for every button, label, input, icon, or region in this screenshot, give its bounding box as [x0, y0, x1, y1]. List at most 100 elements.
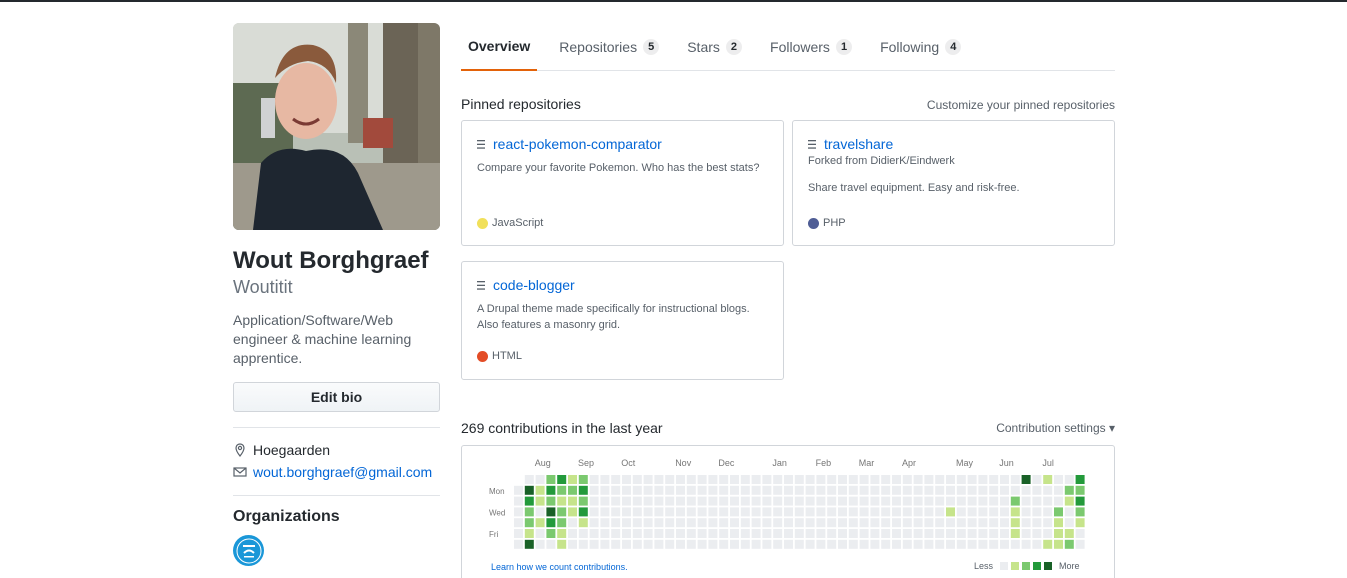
contribution-day[interactable]: [632, 539, 642, 549]
contribution-day[interactable]: [935, 496, 945, 506]
contribution-day[interactable]: [654, 496, 664, 506]
contribution-day[interactable]: [578, 529, 588, 538]
contribution-day[interactable]: [848, 518, 858, 528]
contribution-day[interactable]: [643, 539, 653, 549]
contribution-day[interactable]: [935, 485, 945, 495]
contribution-day[interactable]: [956, 496, 966, 506]
contribution-day[interactable]: [622, 475, 631, 484]
contribution-day[interactable]: [697, 518, 707, 528]
contribution-day[interactable]: [611, 485, 621, 495]
contribution-day[interactable]: [924, 475, 934, 484]
contribution-day[interactable]: [568, 496, 577, 506]
contribution-day[interactable]: [989, 485, 999, 495]
contribution-day[interactable]: [848, 485, 858, 495]
contribution-day[interactable]: [1064, 539, 1074, 549]
contribution-day[interactable]: [859, 529, 869, 538]
contribution-day[interactable]: [859, 475, 869, 484]
contribution-day[interactable]: [708, 475, 718, 484]
contribution-day[interactable]: [848, 507, 858, 517]
contribution-day[interactable]: [719, 496, 729, 506]
contribution-day[interactable]: [546, 529, 556, 538]
contribution-day[interactable]: [1010, 507, 1020, 517]
contribution-day[interactable]: [1000, 507, 1009, 517]
contribution-day[interactable]: [848, 529, 858, 538]
contribution-day[interactable]: [697, 485, 707, 495]
contribution-day[interactable]: [967, 529, 977, 538]
contribution-day[interactable]: [546, 539, 556, 549]
tab-followers[interactable]: Followers 1: [770, 23, 866, 71]
contribution-day[interactable]: [708, 496, 718, 506]
contribution-day[interactable]: [773, 518, 783, 528]
contribution-day[interactable]: [654, 507, 664, 517]
contribution-day[interactable]: [600, 475, 610, 484]
contribution-day[interactable]: [751, 539, 761, 549]
contribution-day[interactable]: [600, 485, 610, 495]
contribution-day[interactable]: [1043, 518, 1053, 528]
contribution-day[interactable]: [622, 496, 631, 506]
contribution-day[interactable]: [1021, 507, 1031, 517]
contribution-day[interactable]: [784, 518, 793, 528]
contribution-day[interactable]: [902, 496, 912, 506]
contribution-day[interactable]: [589, 539, 599, 549]
contribution-day[interactable]: [1000, 485, 1009, 495]
contribution-day[interactable]: [697, 507, 707, 517]
contribution-day[interactable]: [902, 518, 912, 528]
contribution-day[interactable]: [967, 496, 977, 506]
contribution-day[interactable]: [708, 485, 718, 495]
contribution-day[interactable]: [578, 485, 588, 495]
contribution-day[interactable]: [892, 485, 901, 495]
contribution-day[interactable]: [805, 529, 815, 538]
contribution-day[interactable]: [1064, 485, 1074, 495]
contribution-day[interactable]: [913, 539, 923, 549]
contribution-day[interactable]: [665, 496, 675, 506]
contribution-day[interactable]: [708, 518, 718, 528]
contribution-day[interactable]: [956, 485, 966, 495]
contribution-day[interactable]: [989, 507, 999, 517]
contribution-day[interactable]: [902, 529, 912, 538]
contribution-day[interactable]: [913, 485, 923, 495]
contribution-day[interactable]: [816, 507, 826, 517]
contribution-day[interactable]: [568, 518, 577, 528]
contribution-day[interactable]: [1010, 539, 1020, 549]
contribution-day[interactable]: [1054, 539, 1063, 549]
contribution-day[interactable]: [676, 496, 685, 506]
contribution-day[interactable]: [1054, 529, 1063, 538]
contribution-day[interactable]: [740, 529, 750, 538]
contribution-day[interactable]: [946, 475, 955, 484]
contribution-day[interactable]: [1000, 529, 1009, 538]
contribution-day[interactable]: [557, 539, 567, 549]
contribution-day[interactable]: [622, 529, 631, 538]
contribution-day[interactable]: [827, 485, 837, 495]
contribution-day[interactable]: [946, 518, 955, 528]
contribution-day[interactable]: [524, 518, 534, 528]
contribution-day[interactable]: [816, 475, 826, 484]
contribution-day[interactable]: [805, 496, 815, 506]
contribution-day[interactable]: [676, 475, 685, 484]
contribution-day[interactable]: [686, 485, 696, 495]
contribution-day[interactable]: [589, 485, 599, 495]
contribution-day[interactable]: [989, 496, 999, 506]
contribution-day[interactable]: [654, 518, 664, 528]
contribution-day[interactable]: [762, 507, 772, 517]
contribution-day[interactable]: [946, 539, 955, 549]
contribution-day[interactable]: [1021, 475, 1031, 484]
contribution-day[interactable]: [978, 529, 988, 538]
contribution-day[interactable]: [827, 475, 837, 484]
contribution-day[interactable]: [1043, 507, 1053, 517]
contribution-day[interactable]: [557, 475, 567, 484]
email-link[interactable]: wout.borghgraef@gmail.com: [253, 461, 432, 483]
contribution-day[interactable]: [589, 507, 599, 517]
contribution-day[interactable]: [956, 529, 966, 538]
contribution-day[interactable]: [1021, 539, 1031, 549]
contribution-day[interactable]: [762, 529, 772, 538]
contribution-day[interactable]: [924, 507, 934, 517]
contribution-day[interactable]: [805, 485, 815, 495]
customize-pinned-link[interactable]: Customize your pinned repositories: [927, 98, 1115, 112]
contribution-day[interactable]: [730, 539, 739, 549]
contribution-day[interactable]: [535, 507, 545, 517]
contribution-day[interactable]: [751, 518, 761, 528]
contribution-day[interactable]: [730, 507, 739, 517]
contribution-day[interactable]: [1054, 475, 1063, 484]
contribution-day[interactable]: [946, 496, 955, 506]
contribution-day[interactable]: [676, 485, 685, 495]
